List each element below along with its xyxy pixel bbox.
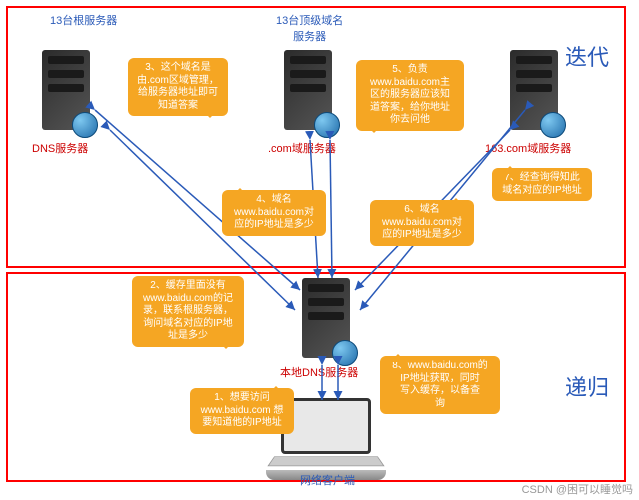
bubble-2: 2、缓存里面没有 www.baidu.com的记 录，联系根服务器， 询问域名对… xyxy=(132,276,244,347)
root-dns-label: DNS服务器 xyxy=(32,140,88,156)
163-server-label: 163.com域服务器 xyxy=(485,140,571,156)
recursive-title: 递归 xyxy=(565,370,609,402)
bubble-6: 6、域名 www.baidu.com对 应的IP地址是多少 xyxy=(370,200,474,246)
bubble-5: 5、负责 www.baidu.com主 区的服务器应该知 道答案，给你地址 你去… xyxy=(356,60,464,131)
com-server-label: .com域服务器 xyxy=(268,140,336,156)
client-label: 网络客户端 xyxy=(300,472,355,488)
globe-icon xyxy=(332,340,358,366)
watermark: CSDN @困可以睡觉吗 xyxy=(522,481,633,497)
local-dns-server xyxy=(302,278,350,358)
globe-icon xyxy=(314,112,340,138)
root-count-label: 13台根服务器 xyxy=(50,12,117,28)
bubble-1: 1、想要访问 www.baidu.com 想 要知道他的IP地址 xyxy=(190,388,294,434)
163-server xyxy=(510,50,558,130)
bubble-4: 4、域名 www.baidu.com对 应的IP地址是多少 xyxy=(222,190,326,236)
root-dns-server xyxy=(42,50,90,130)
iterative-title: 迭代 xyxy=(565,40,609,72)
globe-icon xyxy=(72,112,98,138)
com-server xyxy=(284,50,332,130)
tld-count-label: 13台顶级域名 服务器 xyxy=(276,12,343,44)
globe-icon xyxy=(540,112,566,138)
local-dns-label: 本地DNS服务器 xyxy=(280,364,358,380)
bubble-3: 3、这个域名是 由.com区域管理， 给服务器地址即可 知道答案 xyxy=(128,58,228,116)
bubble-8: 8、www.baidu.com的 IP地址获取，同时 写入缓存，以备查 询 xyxy=(380,356,500,414)
bubble-7: 7、经查询得知此 域名对应的IP地址 xyxy=(492,168,592,201)
